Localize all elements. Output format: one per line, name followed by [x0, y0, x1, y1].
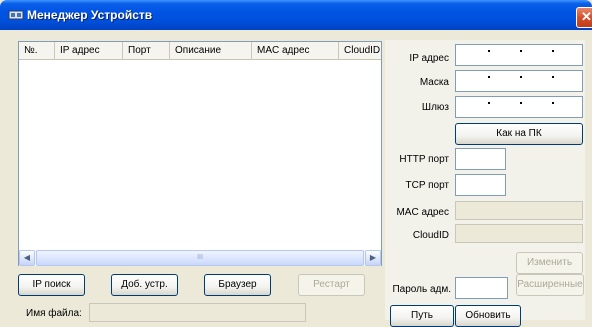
- path-button[interactable]: Путь: [390, 305, 454, 327]
- close-icon[interactable]: ✕: [576, 7, 592, 28]
- window-title: Менеджер Устройств: [27, 8, 153, 22]
- device-manager-window: Менеджер Устройств ✕ №. IP адрес Порт Оп…: [0, 0, 592, 327]
- device-table[interactable]: №. IP адрес Порт Описание MAC адрес Clou…: [18, 41, 382, 266]
- mac-address-field: [455, 201, 583, 220]
- device-settings-panel: IP адрес Маска Шлюз Как на ПК HTTP порт …: [385, 40, 585, 320]
- column-header-port[interactable]: Порт: [123, 42, 170, 60]
- change-button[interactable]: Изменить: [516, 252, 583, 274]
- advanced-button[interactable]: Расширенные: [516, 274, 584, 296]
- column-header-number[interactable]: №.: [19, 42, 55, 60]
- http-port-label: HTTP порт: [399, 154, 449, 165]
- ip-address-input[interactable]: [455, 44, 583, 66]
- column-header-cloudid[interactable]: CloudID: [339, 42, 381, 60]
- horizontal-scrollbar[interactable]: ◀ III ▶: [19, 250, 381, 266]
- gateway-input[interactable]: [455, 96, 583, 118]
- column-header-ip[interactable]: IP адрес: [55, 42, 123, 60]
- update-button[interactable]: Обновить: [455, 305, 521, 327]
- ip-search-button[interactable]: IP поиск: [18, 274, 85, 296]
- ip-address-label: IP адрес: [409, 53, 449, 64]
- scrollbar-thumb[interactable]: III: [36, 250, 364, 266]
- tcp-port-input[interactable]: [455, 174, 506, 196]
- device-table-header: №. IP адрес Порт Описание MAC адрес Clou…: [19, 42, 381, 60]
- arrow-left-icon[interactable]: ◀: [19, 250, 35, 266]
- tcp-port-label: TCP порт: [405, 180, 450, 191]
- device-manager-icon: [8, 10, 24, 20]
- title-bar[interactable]: Менеджер Устройств ✕: [0, 0, 592, 30]
- arrow-right-icon[interactable]: ▶: [365, 250, 381, 266]
- mask-input[interactable]: [455, 70, 583, 92]
- filename-field: [89, 303, 306, 322]
- http-port-input[interactable]: [455, 148, 506, 170]
- add-device-button[interactable]: Доб. устр.: [111, 274, 178, 296]
- mac-address-label: MAC адрес: [396, 207, 449, 218]
- cloudid-label: CloudID: [412, 230, 449, 241]
- restart-button[interactable]: Рестарт: [298, 274, 365, 296]
- browser-button[interactable]: Браузер: [204, 274, 271, 296]
- same-as-pc-button[interactable]: Как на ПК: [455, 123, 583, 145]
- admin-password-label: Пароль адм.: [392, 284, 451, 295]
- admin-password-input[interactable]: [455, 277, 508, 299]
- cloudid-field: [455, 224, 583, 243]
- filename-label: Имя файла:: [26, 308, 82, 319]
- gateway-label: Шлюз: [421, 102, 449, 113]
- mask-label: Маска: [419, 77, 449, 88]
- column-header-mac[interactable]: MAC адрес: [252, 42, 339, 60]
- column-header-description[interactable]: Описание: [170, 42, 252, 60]
